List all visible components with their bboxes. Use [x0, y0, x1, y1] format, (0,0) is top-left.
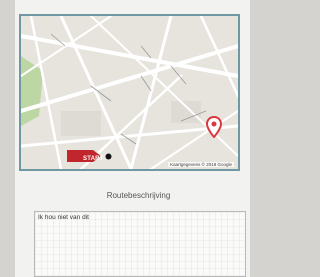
- location-dot-icon: [105, 153, 112, 160]
- start-label: START: [83, 156, 104, 162]
- route-description-field[interactable]: Ik hou niet van dit: [34, 211, 246, 277]
- route-description-text: Ik hou niet van dit: [38, 214, 89, 221]
- destination-pin-icon[interactable]: [206, 116, 222, 138]
- map-view[interactable]: START Kaartgegevens © 2018 Google: [19, 14, 240, 171]
- map-canvas: [21, 16, 238, 169]
- route-heading: Routebeschrijving: [106, 191, 171, 200]
- map-attribution[interactable]: Kaartgegevens © 2018 Google: [168, 162, 234, 167]
